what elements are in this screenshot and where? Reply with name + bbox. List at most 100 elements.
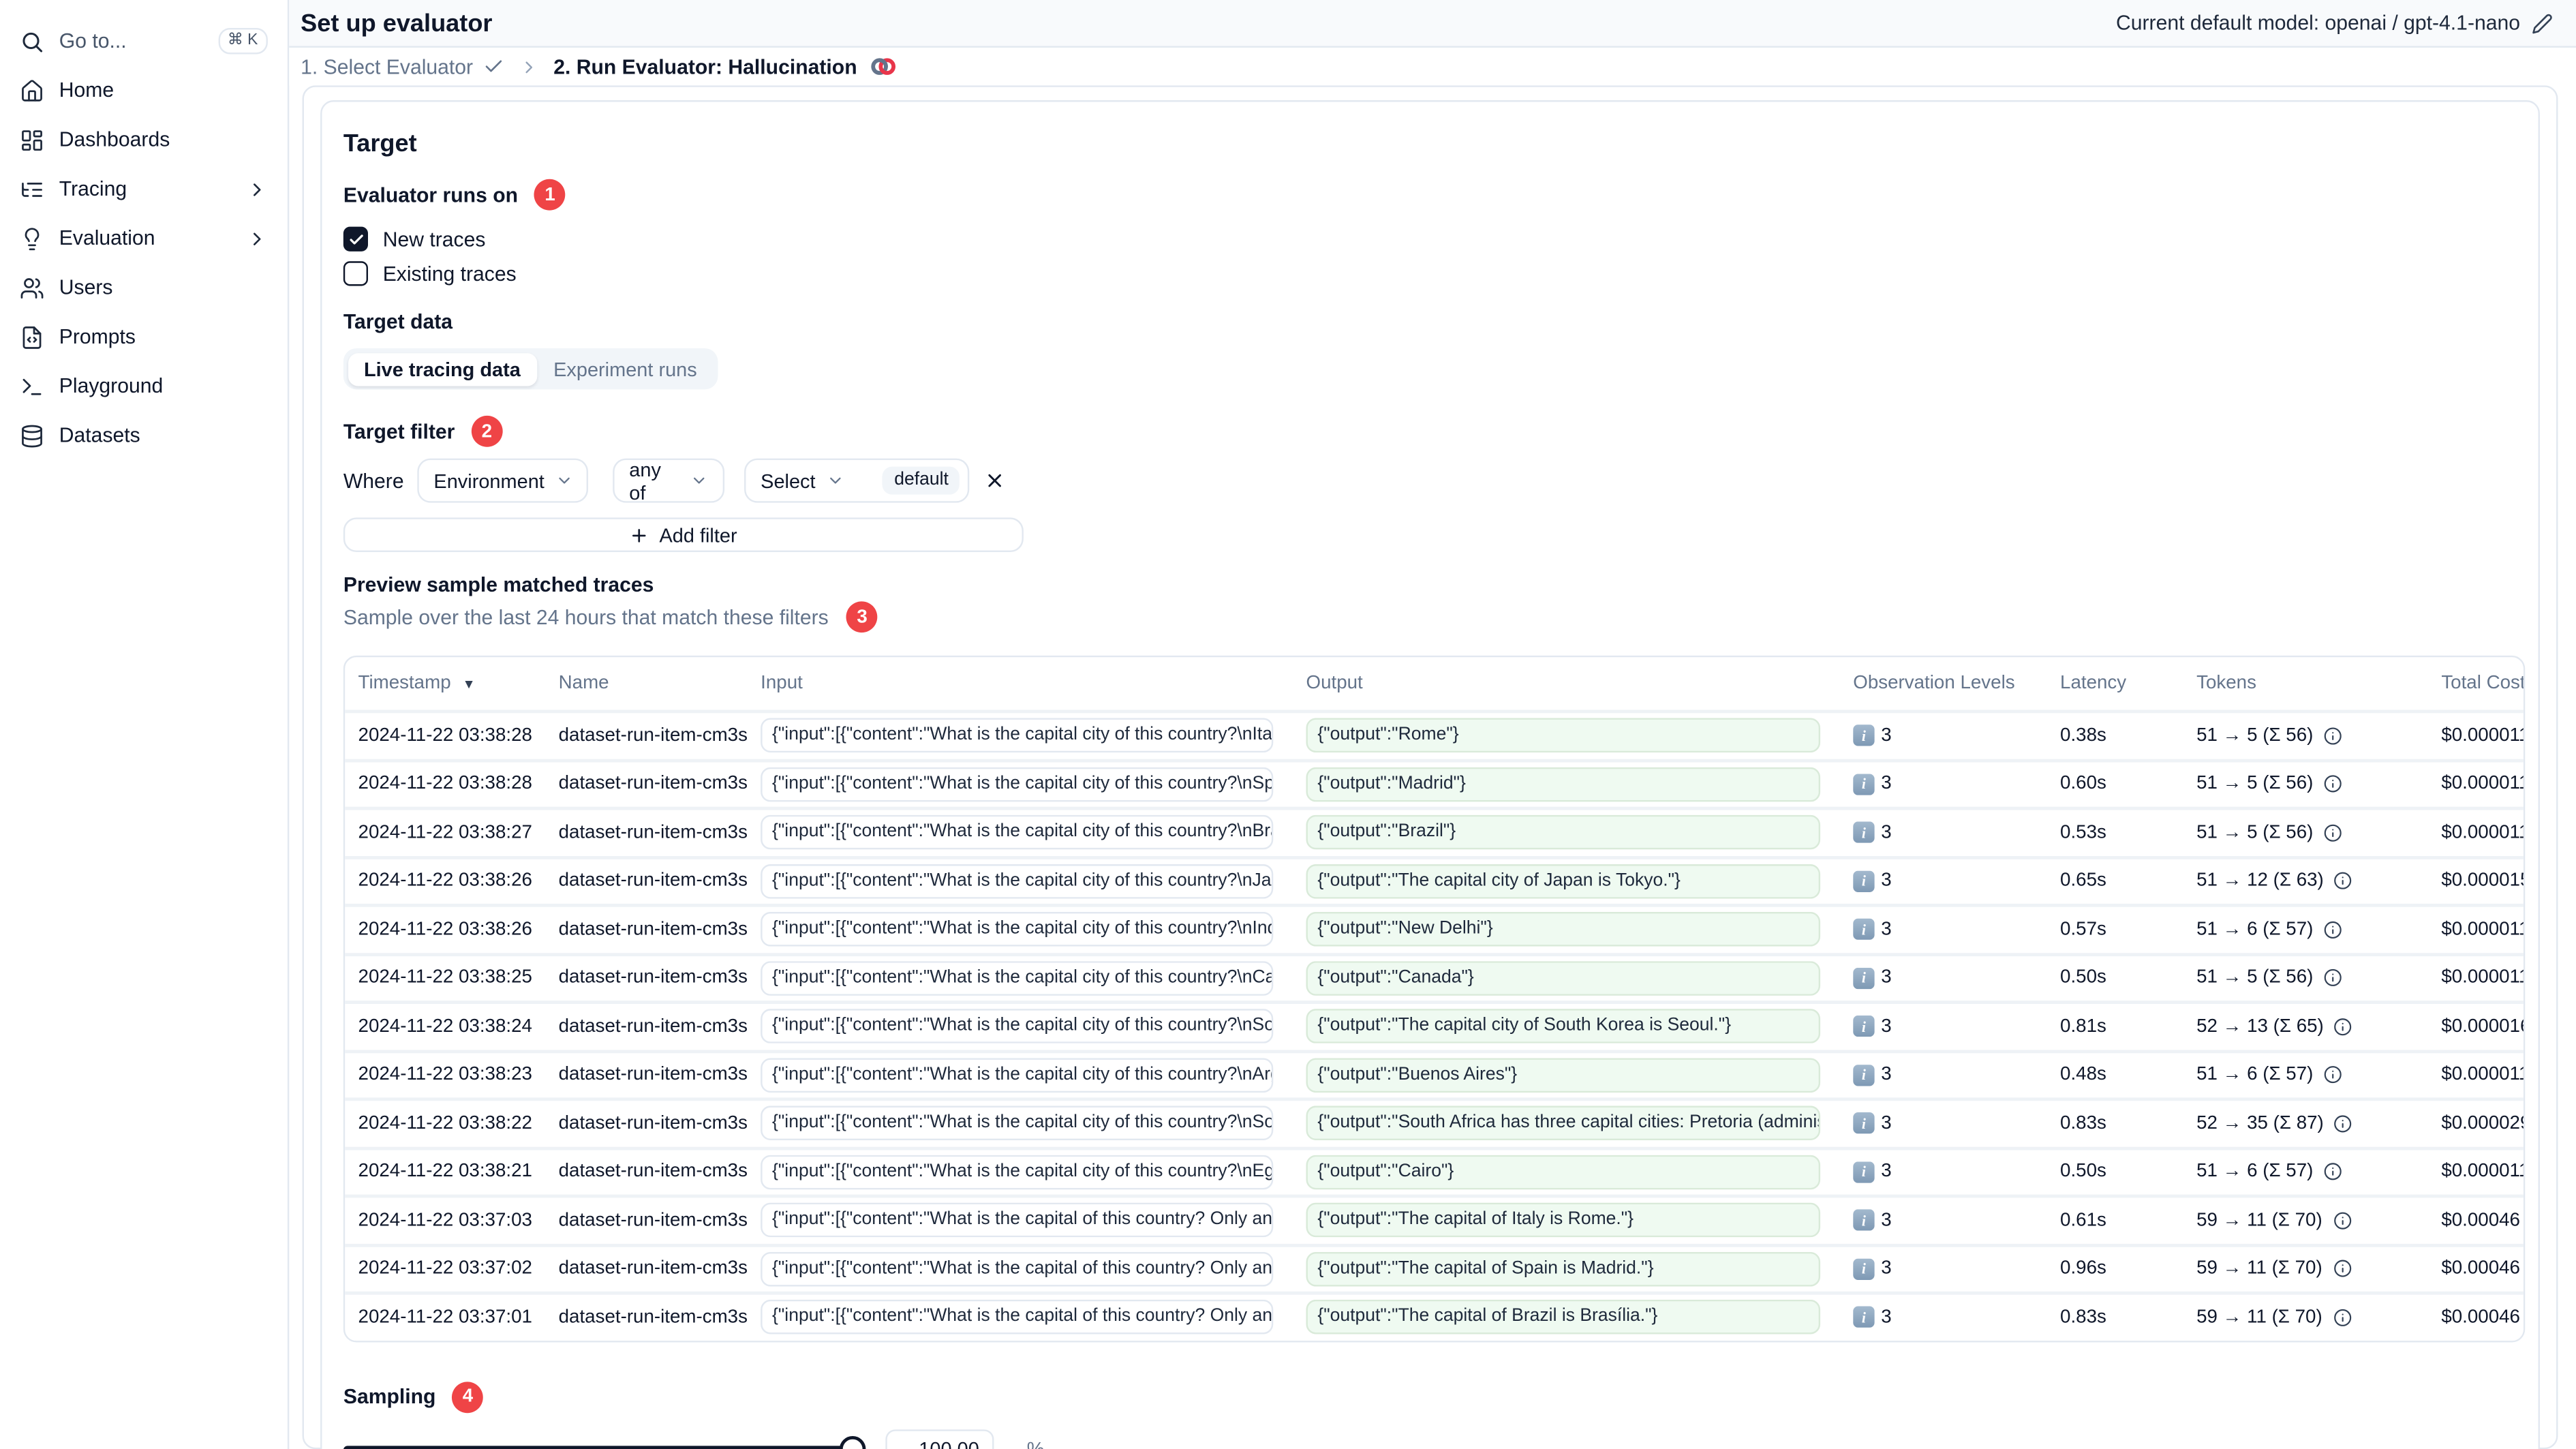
info-icon[interactable] (2323, 1065, 2343, 1085)
info-emoji-icon: i (1853, 1161, 1875, 1183)
input-cell[interactable]: {"input":[{"content":"What is the capita… (761, 1106, 1274, 1141)
info-icon[interactable] (2323, 1162, 2343, 1182)
input-cell[interactable]: {"input":[{"content":"What is the capita… (761, 1155, 1274, 1189)
info-icon[interactable] (2333, 871, 2353, 891)
table-row[interactable]: 2024-11-22 03:38:27 dataset-run-item-cm3s… (345, 806, 2524, 855)
tokens-cell: 51 → 5 (Σ 56) (2196, 725, 2314, 746)
output-cell[interactable]: {"output":"Canada"} (1306, 960, 1821, 996)
column-header-input: Input (748, 673, 1293, 693)
latency-cell: 0.65s (2060, 871, 2106, 891)
input-cell[interactable]: {"input":[{"content":"What is the capita… (761, 864, 1274, 899)
table-row[interactable]: 2024-11-22 03:38:28 dataset-run-item-cm3s… (345, 710, 2524, 759)
info-icon[interactable] (2323, 968, 2343, 988)
sidebar-item-playground[interactable]: Playground (20, 361, 268, 410)
sidebar-item-home[interactable]: Home (20, 65, 268, 115)
table-row[interactable]: 2024-11-22 03:38:26 dataset-run-item-cm3s… (345, 855, 2524, 904)
table-row[interactable]: 2024-11-22 03:37:03 dataset-run-item-cm3s… (345, 1194, 2524, 1243)
default-model-control[interactable]: Current default model: openai / gpt-4.1-… (2116, 12, 2553, 35)
table-row[interactable]: 2024-11-22 03:38:26 dataset-run-item-cm3s… (345, 903, 2524, 953)
new-traces-option[interactable]: New traces (343, 222, 2517, 256)
goto-search[interactable]: Go to... ⌘ K (20, 16, 268, 65)
input-cell[interactable]: {"input":[{"content":"What is the capita… (761, 718, 1274, 753)
output-cell[interactable]: {"output":"The capital of Brazil is Bras… (1306, 1300, 1821, 1335)
timestamp-cell: 2024-11-22 03:38:23 (358, 1065, 532, 1085)
table-row[interactable]: 2024-11-22 03:38:21 dataset-run-item-cm3s… (345, 1146, 2526, 1195)
existing-traces-option[interactable]: Existing traces (343, 256, 2517, 291)
output-cell[interactable]: {"output":"The capital of Spain is Madri… (1306, 1251, 1821, 1286)
info-icon[interactable] (2323, 774, 2343, 794)
breadcrumb-step2[interactable]: 2. Run Evaluator: Hallucination (553, 55, 896, 79)
input-cell[interactable]: {"input":[{"content":"What is the capita… (761, 815, 1274, 850)
output-cell[interactable]: {"output":"Cairo"} (1306, 1155, 1821, 1189)
filter-column-select[interactable]: Environment (417, 458, 589, 503)
total-cost-cell: $0.000011 ( (2441, 1161, 2526, 1182)
column-header-obs: Observation Levels (1840, 673, 2047, 693)
input-cell[interactable]: {"input":[{"content":"What is the capita… (761, 1251, 1274, 1286)
info-icon[interactable] (2333, 1017, 2353, 1037)
info-emoji-icon: i (1853, 724, 1875, 747)
column-header-ts[interactable]: Timestamp ▼ (345, 673, 545, 693)
new-traces-checkbox[interactable] (343, 226, 368, 251)
filter-value-select[interactable]: Select default (744, 458, 970, 503)
input-cell[interactable]: {"input":[{"content":"What is the capita… (761, 1300, 1274, 1335)
sidebar-item-tracing[interactable]: Tracing (20, 164, 268, 213)
table-row[interactable]: 2024-11-22 03:38:28 dataset-run-item-cm3s… (345, 758, 2526, 807)
info-icon[interactable] (2332, 1259, 2352, 1279)
table-body: 2024-11-22 03:38:28 dataset-run-item-cm3s… (345, 710, 2526, 1340)
total-cost-cell: $0.000011 ( (2441, 774, 2526, 794)
latency-cell: 0.50s (2060, 968, 2106, 988)
sampling-slider[interactable] (343, 1435, 866, 1449)
input-cell[interactable]: {"input":[{"content":"What is the capita… (761, 912, 1274, 947)
tab-live-tracing-data[interactable]: Live tracing data (347, 352, 538, 386)
table-row[interactable]: 2024-11-22 03:38:23 dataset-run-item-cm3s… (345, 1049, 2524, 1098)
info-icon[interactable] (2323, 919, 2343, 939)
sampling-value-input[interactable]: 100.00 (885, 1429, 994, 1449)
slider-handle[interactable] (839, 1435, 866, 1449)
output-cell[interactable]: {"output":"The capital city of South Kor… (1306, 1009, 1821, 1044)
info-emoji-icon: i (1853, 870, 1875, 892)
timestamp-cell: 2024-11-22 03:38:26 (358, 871, 532, 891)
output-cell[interactable]: {"output":"South Africa has three capita… (1306, 1106, 1821, 1141)
output-cell[interactable]: {"output":"Madrid"} (1306, 767, 1821, 802)
filter-value-chip: default (883, 466, 960, 495)
breadcrumb-step1[interactable]: 1. Select Evaluator (301, 55, 504, 78)
sidebar-item-evaluation[interactable]: Evaluation (20, 213, 268, 262)
add-filter-button[interactable]: Add filter (343, 517, 1024, 553)
target-data-label: Target data (343, 310, 453, 334)
output-cell[interactable]: {"output":"The capital of Italy is Rome.… (1306, 1203, 1821, 1238)
output-cell[interactable]: {"output":"Rome"} (1306, 718, 1821, 753)
sidebar-item-users[interactable]: Users (20, 263, 268, 312)
observation-levels-cell: 3 (1881, 1113, 1892, 1133)
tab-experiment-runs[interactable]: Experiment runs (537, 352, 714, 385)
name-cell: dataset-run-item-cm3s4 (558, 823, 748, 843)
table-row[interactable]: 2024-11-22 03:38:22 dataset-run-item-cm3s… (345, 1097, 2524, 1146)
output-cell[interactable]: {"output":"Brazil"} (1306, 815, 1821, 850)
input-cell[interactable]: {"input":[{"content":"What is the capita… (761, 960, 1274, 996)
sidebar-item-label: Playground (59, 374, 164, 398)
output-cell[interactable]: {"output":"The capital city of Japan is … (1306, 864, 1821, 899)
input-cell[interactable]: {"input":[{"content":"What is the capita… (761, 1203, 1274, 1238)
info-icon[interactable] (2332, 1307, 2352, 1327)
tokens-cell: 51 → 6 (Σ 57) (2196, 1161, 2314, 1182)
table-row[interactable]: 2024-11-22 03:38:24 dataset-run-item-cm3s… (345, 1001, 2524, 1050)
table-row[interactable]: 2024-11-22 03:37:02 dataset-run-item-cm3s… (345, 1242, 2524, 1292)
info-icon[interactable] (2333, 1114, 2353, 1133)
existing-traces-checkbox[interactable] (343, 261, 368, 286)
remove-filter-button[interactable] (984, 470, 1005, 491)
latency-cell: 0.83s (2060, 1307, 2106, 1328)
sidebar-item-prompts[interactable]: Prompts (20, 312, 268, 361)
input-cell[interactable]: {"input":[{"content":"What is the capita… (761, 767, 1274, 802)
input-cell[interactable]: {"input":[{"content":"What is the capita… (761, 1057, 1274, 1093)
sidebar-item-datasets[interactable]: Datasets (20, 411, 268, 460)
info-icon[interactable] (2323, 726, 2343, 746)
info-icon[interactable] (2332, 1210, 2352, 1230)
table-row[interactable]: 2024-11-22 03:37:01 dataset-run-item-cm3s… (345, 1291, 2524, 1340)
info-emoji-icon: i (1853, 1064, 1875, 1086)
output-cell[interactable]: {"output":"Buenos Aires"} (1306, 1057, 1821, 1093)
info-icon[interactable] (2323, 823, 2343, 842)
filter-operator-select[interactable]: any of (613, 457, 725, 504)
sidebar-item-dashboards[interactable]: Dashboards (20, 115, 268, 164)
output-cell[interactable]: {"output":"New Delhi"} (1306, 912, 1821, 947)
input-cell[interactable]: {"input":[{"content":"What is the capita… (761, 1009, 1274, 1044)
table-row[interactable]: 2024-11-22 03:38:25 dataset-run-item-cm3s… (345, 952, 2524, 1001)
